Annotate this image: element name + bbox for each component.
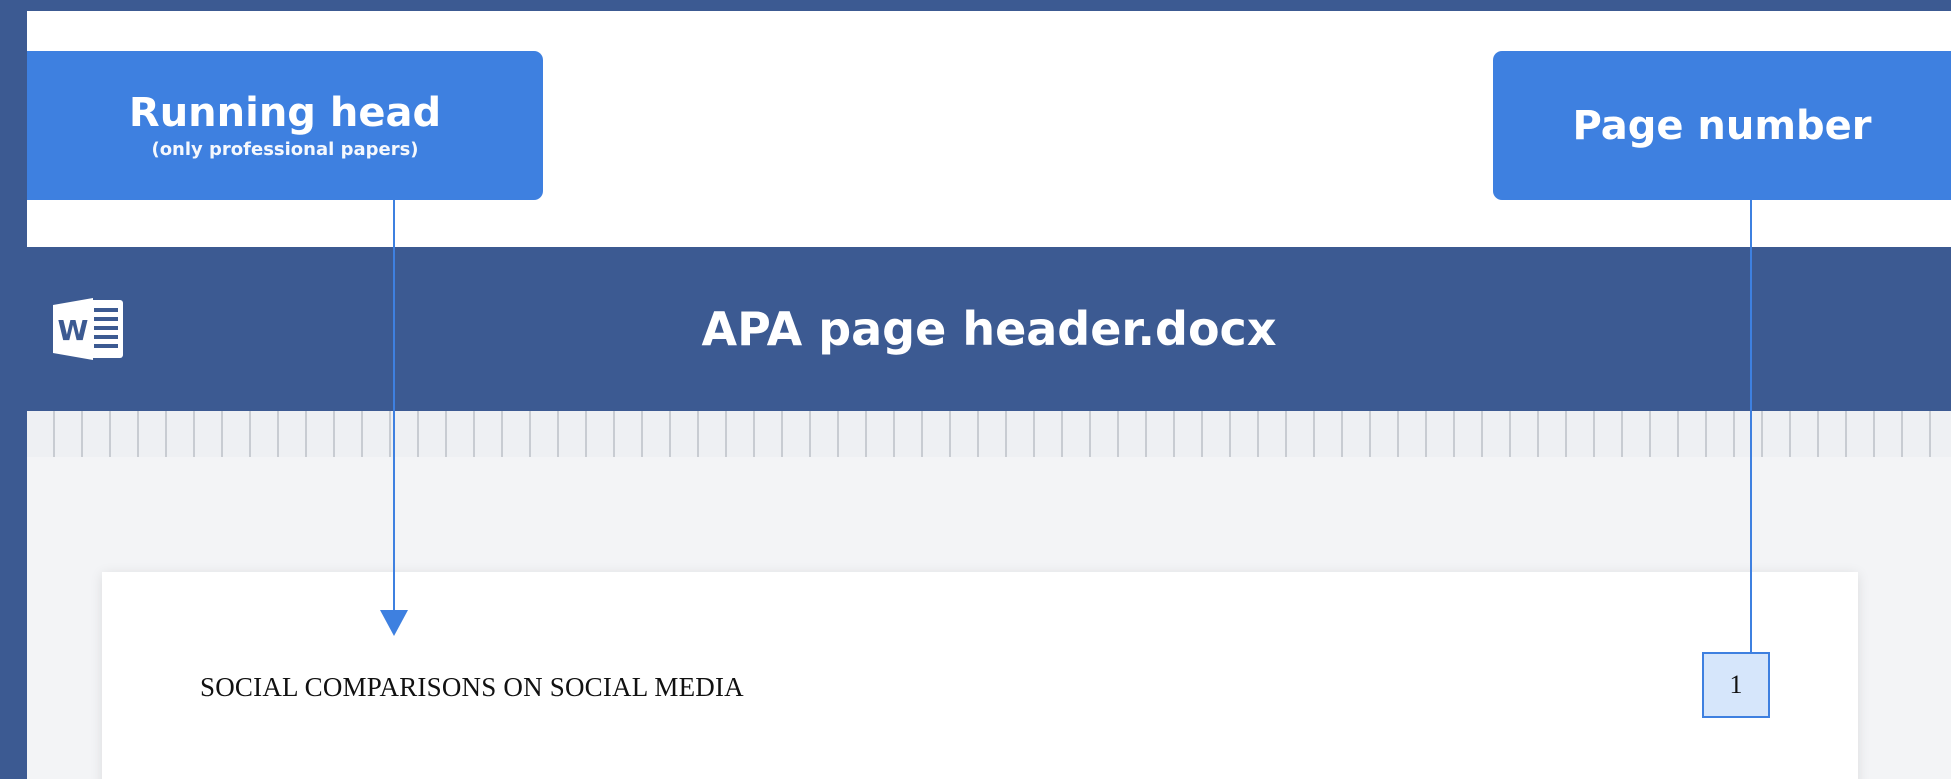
running-head-arrowhead <box>380 610 408 636</box>
page-number-callout: Page number <box>1493 51 1951 200</box>
running-head-connector <box>393 200 395 617</box>
document-page: SOCIAL COMPARISONS ON SOCIAL MEDIA 1 <box>102 572 1858 779</box>
page-number-callout-title: Page number <box>1572 102 1872 149</box>
word-title-bar: W APA page header.docx <box>27 247 1951 411</box>
document-title: APA page header.docx <box>701 302 1277 356</box>
running-head-callout: Running head (only professional papers) <box>27 51 543 200</box>
page-number-box: 1 <box>1702 652 1770 718</box>
running-head-callout-subtitle: (only professional papers) <box>151 138 419 160</box>
running-head-text: SOCIAL COMPARISONS ON SOCIAL MEDIA <box>200 672 744 702</box>
page-number-connector <box>1750 200 1752 653</box>
ruler <box>27 411 1951 458</box>
running-head-callout-title: Running head <box>128 89 442 136</box>
diagram-canvas: Running head (only professional papers) … <box>27 11 1951 779</box>
